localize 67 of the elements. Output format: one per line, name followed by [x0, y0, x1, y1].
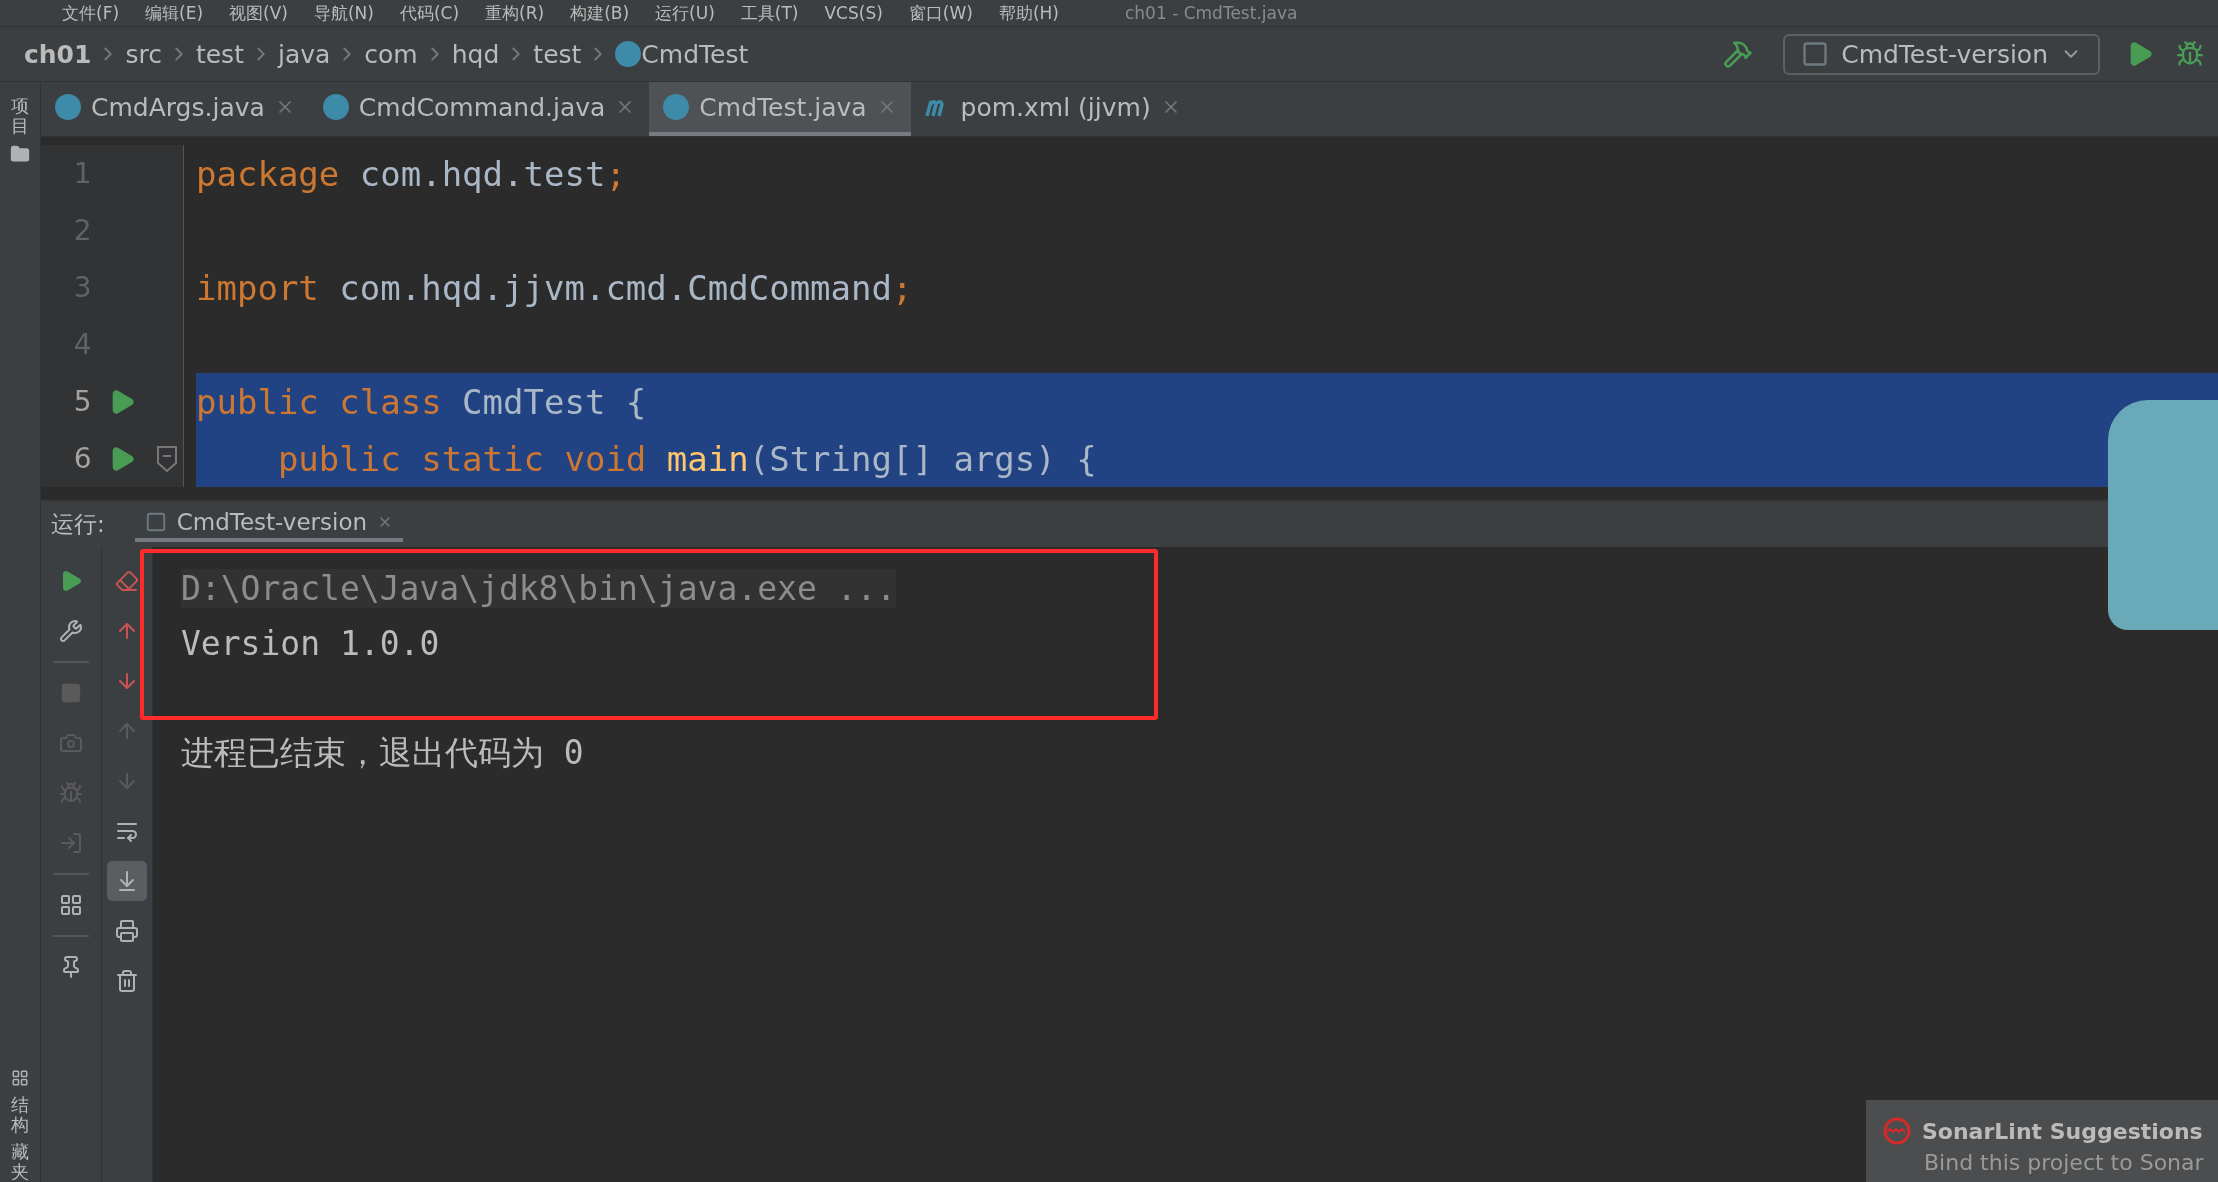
window-icon — [1801, 40, 1830, 68]
run-config-dropdown[interactable]: CmdTest-version — [1783, 33, 2100, 75]
tab-label: pom.xml (jjvm) — [960, 92, 1151, 122]
run-tab[interactable]: CmdTest-version — [134, 506, 404, 542]
menu-item[interactable]: 帮助(H) — [998, 1, 1059, 25]
breadcrumb-item[interactable]: CmdTest — [641, 39, 749, 69]
breadcrumb-item[interactable]: hqd — [451, 39, 500, 69]
stop-icon — [60, 682, 82, 704]
menu-item[interactable]: VCS(S) — [824, 3, 883, 23]
tab-label: CmdTest.java — [699, 92, 867, 122]
line-number: 5 — [72, 385, 92, 418]
menu-item[interactable]: 代码(C) — [399, 1, 460, 25]
menu-item[interactable]: 工具(T) — [740, 1, 799, 25]
fold-icon — [156, 444, 179, 473]
folder-icon — [10, 143, 30, 164]
console-line: Version 1.0.0 — [181, 624, 440, 663]
menu-item[interactable]: 编辑(E) — [145, 1, 204, 25]
eraser-icon — [115, 569, 139, 593]
editor-tab[interactable]: pom.xml (jjvm) — [910, 82, 1195, 136]
trash-icon — [115, 969, 139, 993]
class-icon — [55, 94, 81, 120]
console-line: 进程已结束，退出代码为 0 — [181, 732, 584, 774]
menu-item[interactable]: 视图(V) — [229, 1, 288, 25]
breadcrumb-item[interactable]: ch01 — [24, 39, 92, 69]
tab-label: CmdCommand.java — [358, 92, 606, 122]
menu-item[interactable]: 文件(F) — [62, 1, 120, 25]
wrench-icon — [59, 619, 83, 643]
window-title: ch01 - CmdTest.java — [1125, 3, 1298, 23]
exit-icon — [59, 831, 83, 855]
code-line: import com.hqd.jjvm.cmd.CmdCommand; — [196, 267, 913, 308]
run-label: 运行: — [51, 509, 105, 539]
sonar-icon — [1882, 1116, 1912, 1146]
hammer-icon — [1723, 39, 1754, 69]
editor-tab[interactable]: CmdArgs.java — [41, 82, 309, 136]
code-line: package com.hqd.test; — [196, 153, 626, 194]
printer-icon — [115, 919, 139, 943]
class-icon — [663, 94, 690, 120]
tool-window-label[interactable]: 藏夹 — [11, 1142, 29, 1182]
structure-icon — [11, 1068, 29, 1087]
menu-item[interactable]: 导航(N) — [313, 1, 374, 25]
tab-label: CmdArgs.java — [91, 92, 265, 122]
breadcrumb-item[interactable]: com — [364, 39, 418, 69]
tool-window-label[interactable]: 结构 — [11, 1094, 29, 1135]
camera-icon — [59, 731, 83, 755]
breadcrumb-item[interactable]: src — [125, 39, 162, 69]
bug-icon — [59, 781, 83, 805]
breadcrumb-item[interactable]: test — [195, 39, 244, 69]
notification-title: SonarLint Suggestions — [1882, 1116, 2218, 1146]
line-number: 6 — [72, 442, 92, 475]
notification-body: Bind this project to Sonar — [1923, 1150, 2205, 1175]
scroll-to-end-button[interactable] — [107, 861, 147, 901]
breadcrumb-item[interactable]: java — [277, 39, 331, 69]
menu-item[interactable]: 窗口(W) — [908, 1, 973, 25]
class-icon — [322, 94, 349, 120]
window-icon — [144, 511, 167, 533]
project-tool-label[interactable]: 项目 — [11, 96, 29, 136]
code-line: public class CmdTest { — [196, 381, 647, 422]
menu-item[interactable]: 重构(R) — [485, 1, 545, 25]
code-line: public static void main(String[] args) { — [276, 438, 1097, 479]
menu-item[interactable]: 构建(B) — [570, 1, 630, 25]
editor-tab[interactable]: CmdCommand.java — [308, 82, 650, 136]
editor-tab[interactable]: CmdTest.java — [649, 82, 911, 136]
bug-icon — [2176, 40, 2204, 68]
menu-item[interactable]: 运行(U) — [655, 1, 715, 25]
layout-icon — [59, 893, 83, 917]
class-icon — [615, 41, 642, 67]
breadcrumb-item[interactable]: test — [533, 39, 582, 69]
